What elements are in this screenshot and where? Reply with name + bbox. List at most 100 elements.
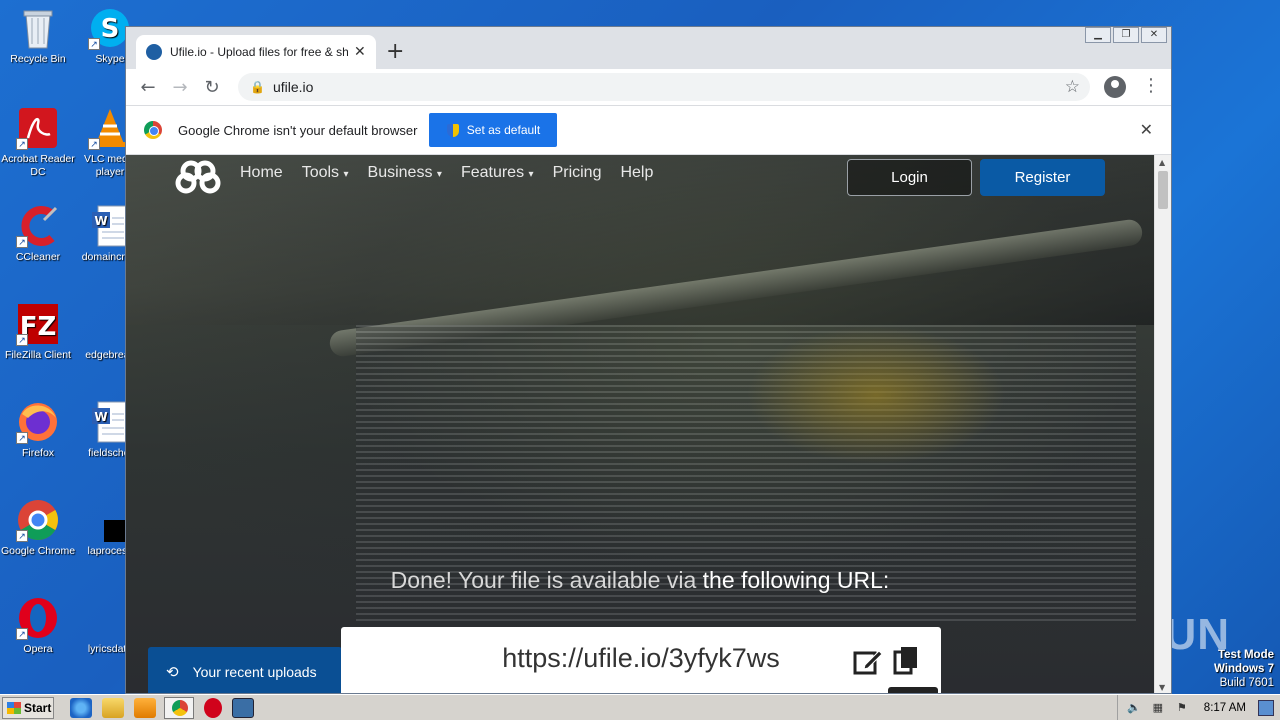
set-as-default-button[interactable]: Set as default (429, 113, 558, 147)
infobar-message: Google Chrome isn't your default browser (178, 122, 418, 138)
scrollbar-thumb[interactable] (1158, 171, 1168, 209)
nav-links: Home Tools ▾ Business ▾ Features ▾ Prici… (240, 164, 672, 182)
ufile-favicon-icon (146, 44, 162, 60)
filezilla-icon: FZ ↗ (16, 302, 60, 346)
edit-icon[interactable] (853, 647, 883, 675)
recycle-bin-icon (16, 6, 60, 50)
chrome-taskbar-button[interactable] (164, 696, 194, 719)
svg-text:W: W (94, 214, 107, 228)
nav-business[interactable]: Business ▾ (368, 164, 442, 182)
page-scrollbar[interactable]: ▲ ▼ (1154, 155, 1171, 693)
ie-taskbar-icon[interactable] (70, 697, 92, 718)
uac-shield-icon (446, 123, 459, 137)
desktop-icon-label: FileZilla Client (5, 349, 71, 361)
test-mode-line2: Windows 7 (1214, 663, 1274, 675)
desktop-icon-filezilla[interactable]: FZ ↗ FileZilla Client (0, 302, 76, 362)
show-desktop-button[interactable] (1258, 699, 1274, 716)
lock-icon[interactable]: 🔒 (250, 80, 265, 94)
profile-avatar-icon[interactable] (1104, 76, 1126, 98)
tab-ufile[interactable]: Ufile.io - Upload files for free & share… (136, 35, 376, 69)
nav-tools-label: Tools (301, 164, 340, 181)
chrome-taskbar-icon (172, 699, 188, 716)
start-button[interactable]: Start (2, 696, 54, 719)
start-label: Start (24, 700, 52, 715)
copy-tooltip (888, 687, 938, 693)
action-center-flag-icon[interactable]: ⚑ (1174, 701, 1190, 715)
test-mode-line3: Build 7601 (1219, 677, 1274, 689)
default-browser-infobar: Google Chrome isn't your default browser… (126, 105, 1171, 155)
desktop-icon-acrobat[interactable]: ↗ Acrobat Reader DC (0, 106, 76, 179)
back-button[interactable]: ← (132, 77, 164, 98)
minimize-button[interactable]: ▁ (1085, 27, 1111, 43)
taskbar: Start 🔈 ▦ ⚑ 8:17 AM (0, 694, 1280, 720)
recent-uploads-button[interactable]: ⟲ Your recent uploads (148, 647, 342, 693)
explorer-taskbar-icon[interactable] (102, 697, 124, 718)
desktop-icon-label: Acrobat Reader DC (1, 153, 75, 178)
new-tab-button[interactable]: + (386, 39, 404, 64)
desktop-icon-firefox[interactable]: ↗ Firefox (0, 400, 76, 460)
close-window-button[interactable]: ✕ (1141, 27, 1167, 43)
media-player-taskbar-icon[interactable] (134, 697, 156, 718)
chrome-icon: ↗ (16, 498, 60, 542)
chevron-down-icon: ▾ (528, 169, 534, 180)
system-tray: 🔈 ▦ ⚑ 8:17 AM (1116, 695, 1280, 720)
copy-icon[interactable] (893, 645, 919, 675)
nav-home[interactable]: Home (240, 164, 283, 182)
reload-button[interactable]: ↻ (196, 77, 228, 98)
chevron-down-icon: ▾ (436, 169, 442, 180)
window-taskbar-icon[interactable] (232, 697, 254, 718)
desktop-icon-recycle-bin[interactable]: Recycle Bin (0, 6, 76, 66)
svg-text:W: W (94, 410, 107, 424)
desktop-icon-label: Firefox (21, 447, 55, 459)
chrome-window: Ufile.io - Upload files for free & share… (125, 26, 1172, 694)
set-as-default-label: Set as default (466, 123, 541, 137)
shortcut-arrow-icon: ↗ (88, 138, 100, 150)
site-navbar: Home Tools ▾ Business ▾ Features ▾ Prici… (126, 155, 1154, 203)
opera-taskbar-icon[interactable] (204, 697, 222, 718)
desktop-icon-label: CCleaner (15, 251, 61, 263)
login-button[interactable]: Login (847, 159, 972, 196)
desktop-icon-opera[interactable]: ↗ Opera (0, 596, 76, 656)
bookmark-star-icon[interactable]: ☆ (1065, 77, 1080, 97)
nav-features[interactable]: Features ▾ (461, 164, 534, 182)
desktop-icon-label: Google Chrome (0, 545, 76, 557)
background-graffiti (746, 325, 1006, 465)
forward-button[interactable]: → (164, 77, 196, 98)
opera-icon: ↗ (16, 596, 60, 640)
nav-pricing[interactable]: Pricing (553, 164, 602, 182)
nav-business-label: Business (367, 164, 433, 181)
tab-close-icon[interactable]: ✕ (354, 44, 366, 60)
browser-toolbar: ← → ↻ 🔒 ufile.io ☆ ⋮ (126, 69, 1171, 105)
register-button[interactable]: Register (980, 159, 1105, 196)
restore-button[interactable]: ❐ (1113, 27, 1139, 43)
scroll-down-arrow-icon[interactable]: ▼ (1159, 683, 1165, 692)
desktop-icon-chrome[interactable]: ↗ Google Chrome (0, 498, 76, 558)
volume-icon[interactable]: 🔈 (1126, 701, 1142, 715)
taskbar-clock[interactable]: 8:17 AM (1204, 702, 1246, 714)
infobar-close-icon[interactable]: ✕ (1140, 120, 1153, 139)
history-icon: ⟲ (166, 664, 179, 681)
recent-uploads-label: Your recent uploads (192, 664, 317, 680)
done-message-prefix: Done! Your file is available via (390, 567, 703, 593)
test-mode-line1: Test Mode (1217, 649, 1274, 661)
desktop-icon-ccleaner[interactable]: ↗ CCleaner (0, 204, 76, 264)
shortcut-arrow-icon: ↗ (16, 138, 28, 150)
desktop-icon-label: Opera (23, 643, 53, 655)
desktop-icon-label: Recycle Bin (10, 53, 66, 65)
nav-features-label: Features (460, 164, 525, 181)
ccleaner-icon: ↗ (16, 204, 60, 248)
chrome-logo-icon (144, 121, 162, 139)
file-url-link[interactable]: https://ufile.io/3yfyk7ws (341, 643, 941, 674)
network-icon[interactable]: ▦ (1150, 701, 1166, 715)
address-bar-url[interactable]: ufile.io (273, 79, 313, 95)
nav-help[interactable]: Help (620, 164, 653, 182)
upload-done-message: Done! Your file is available via the fol… (126, 567, 1154, 594)
scroll-up-arrow-icon[interactable]: ▲ (1159, 158, 1165, 167)
shortcut-arrow-icon: ↗ (16, 236, 28, 248)
ufile-logo-icon[interactable] (174, 159, 222, 195)
desktop-icon-label: Skype (95, 53, 125, 65)
tab-title: Ufile.io - Upload files for free & share (170, 45, 348, 59)
address-bar[interactable]: 🔒 ufile.io ☆ (238, 73, 1090, 101)
nav-tools[interactable]: Tools ▾ (302, 164, 349, 182)
chrome-menu-icon[interactable]: ⋮ (1142, 75, 1160, 96)
